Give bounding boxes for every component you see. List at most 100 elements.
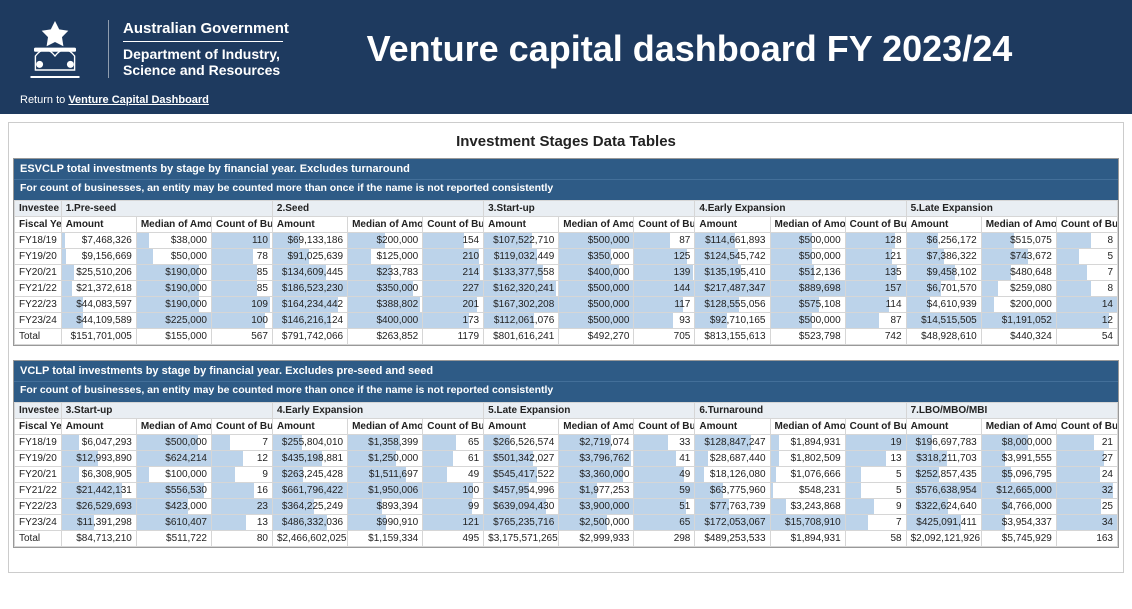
median-cell: $1,191,052 — [981, 313, 1056, 329]
table-row: FY21/22$21,372,618$190,00085$186,523,230… — [15, 281, 1118, 297]
median-cell: $155,000 — [136, 329, 211, 345]
median-header: Median of Amount — [981, 217, 1056, 233]
return-link[interactable]: Venture Capital Dashboard — [68, 94, 209, 106]
median-cell: $423,000 — [136, 499, 211, 515]
stage-col: 1.Pre-seed — [61, 201, 272, 217]
count-cell: 33 — [634, 435, 695, 451]
median-cell: $8,000,000 — [981, 435, 1056, 451]
count-cell: 5 — [1056, 249, 1117, 265]
page-title: Venture capital dashboard FY 2023/24 — [307, 28, 1112, 70]
count-cell: 78 — [211, 249, 272, 265]
count-cell: 27 — [1056, 451, 1117, 467]
amount-cell: $639,094,430 — [484, 499, 559, 515]
count-cell: 25 — [1056, 499, 1117, 515]
count-header: Count of Businesses — [423, 217, 484, 233]
count-cell: 5 — [845, 467, 906, 483]
amount-cell: $135,195,410 — [695, 265, 770, 281]
median-cell: $523,798 — [770, 329, 845, 345]
count-header: Count of Businesses — [211, 217, 272, 233]
median-header: Median of Amount — [136, 419, 211, 435]
count-cell: 144 — [634, 281, 695, 297]
median-cell: $1,802,509 — [770, 451, 845, 467]
fy-cell: FY18/19 — [15, 435, 62, 451]
median-cell: $548,231 — [770, 483, 845, 499]
median-cell: $440,324 — [981, 329, 1056, 345]
median-cell: $3,360,000 — [559, 467, 634, 483]
count-cell: 21 — [1056, 435, 1117, 451]
amount-cell: $186,523,230 — [272, 281, 347, 297]
count-header: Count of Businesses — [1056, 419, 1117, 435]
median-cell: $2,500,000 — [559, 515, 634, 531]
median-header: Median of Amount — [770, 217, 845, 233]
median-header: Median of Amount — [136, 217, 211, 233]
amount-cell: $21,442,131 — [61, 483, 136, 499]
amount-cell: $501,342,027 — [484, 451, 559, 467]
stage-col: 4.Early Expansion — [695, 201, 906, 217]
amount-cell: $119,032,449 — [484, 249, 559, 265]
count-cell: 201 — [423, 297, 484, 313]
amount-cell: $266,526,574 — [484, 435, 559, 451]
amount-cell: $124,545,742 — [695, 249, 770, 265]
count-cell: 9 — [211, 467, 272, 483]
amount-cell: $128,555,056 — [695, 297, 770, 313]
median-cell: $889,698 — [770, 281, 845, 297]
median-cell: $500,000 — [559, 297, 634, 313]
stage-col: 3.Start-up — [61, 403, 272, 419]
count-cell: 85 — [211, 265, 272, 281]
count-header: Count of Businesses — [1056, 217, 1117, 233]
count-header: Count of Businesses — [423, 419, 484, 435]
table-row: FY18/19$6,047,293$500,0007$255,804,010$1… — [15, 435, 1118, 451]
fy-cell: Total — [15, 329, 62, 345]
count-header: Count of Businesses — [211, 419, 272, 435]
median-cell: $350,000 — [559, 249, 634, 265]
median-cell: $1,250,000 — [348, 451, 423, 467]
amount-cell: $7,386,322 — [906, 249, 981, 265]
median-cell: $3,243,868 — [770, 499, 845, 515]
median-cell: $259,080 — [981, 281, 1056, 297]
count-cell: 8 — [1056, 233, 1117, 249]
fy-cell: FY21/22 — [15, 483, 62, 499]
count-cell: 23 — [211, 499, 272, 515]
count-cell: 16 — [211, 483, 272, 499]
count-cell: 24 — [1056, 467, 1117, 483]
amount-cell: $6,308,905 — [61, 467, 136, 483]
median-cell: $512,136 — [770, 265, 845, 281]
median-cell: $233,783 — [348, 265, 423, 281]
count-cell: 128 — [845, 233, 906, 249]
amount-cell: $14,515,505 — [906, 313, 981, 329]
return-prefix: Return to — [20, 94, 68, 106]
amount-cell: $457,954,996 — [484, 483, 559, 499]
count-cell: 65 — [423, 435, 484, 451]
total-row: Total$151,701,005$155,000567$791,742,066… — [15, 329, 1118, 345]
amount-cell: $576,638,954 — [906, 483, 981, 499]
content-area: Investment Stages Data Tables ESVCLP tot… — [8, 122, 1124, 573]
count-cell: 14 — [1056, 297, 1117, 313]
amount-cell: $4,610,939 — [906, 297, 981, 313]
count-cell: 87 — [845, 313, 906, 329]
median-header: Median of Amount — [981, 419, 1056, 435]
median-cell: $190,000 — [136, 265, 211, 281]
count-cell: 139 — [634, 265, 695, 281]
median-cell: $743,672 — [981, 249, 1056, 265]
stage-header: Investee Stage — [15, 403, 62, 419]
median-cell: $12,665,000 — [981, 483, 1056, 499]
count-cell: 7 — [211, 435, 272, 451]
amount-cell: $133,377,558 — [484, 265, 559, 281]
amount-cell: $92,710,165 — [695, 313, 770, 329]
esvclp-caption2: For count of businesses, an entity may b… — [14, 179, 1118, 200]
median-header: Median of Amount — [559, 419, 634, 435]
count-cell: 8 — [1056, 281, 1117, 297]
table-row: FY19/20$9,156,669$50,00078$91,025,639$12… — [15, 249, 1118, 265]
median-cell: $3,991,555 — [981, 451, 1056, 467]
amount-cell: $765,235,716 — [484, 515, 559, 531]
gov-text: Australian Government Department of Indu… — [108, 20, 289, 78]
count-cell: 135 — [845, 265, 906, 281]
amount-cell: $813,155,613 — [695, 329, 770, 345]
median-cell: $893,394 — [348, 499, 423, 515]
amount-cell: $128,847,247 — [695, 435, 770, 451]
amount-header: Amount — [484, 217, 559, 233]
median-cell: $500,000 — [136, 435, 211, 451]
median-cell: $200,000 — [348, 233, 423, 249]
median-cell: $100,000 — [136, 467, 211, 483]
median-cell: $1,511,697 — [348, 467, 423, 483]
